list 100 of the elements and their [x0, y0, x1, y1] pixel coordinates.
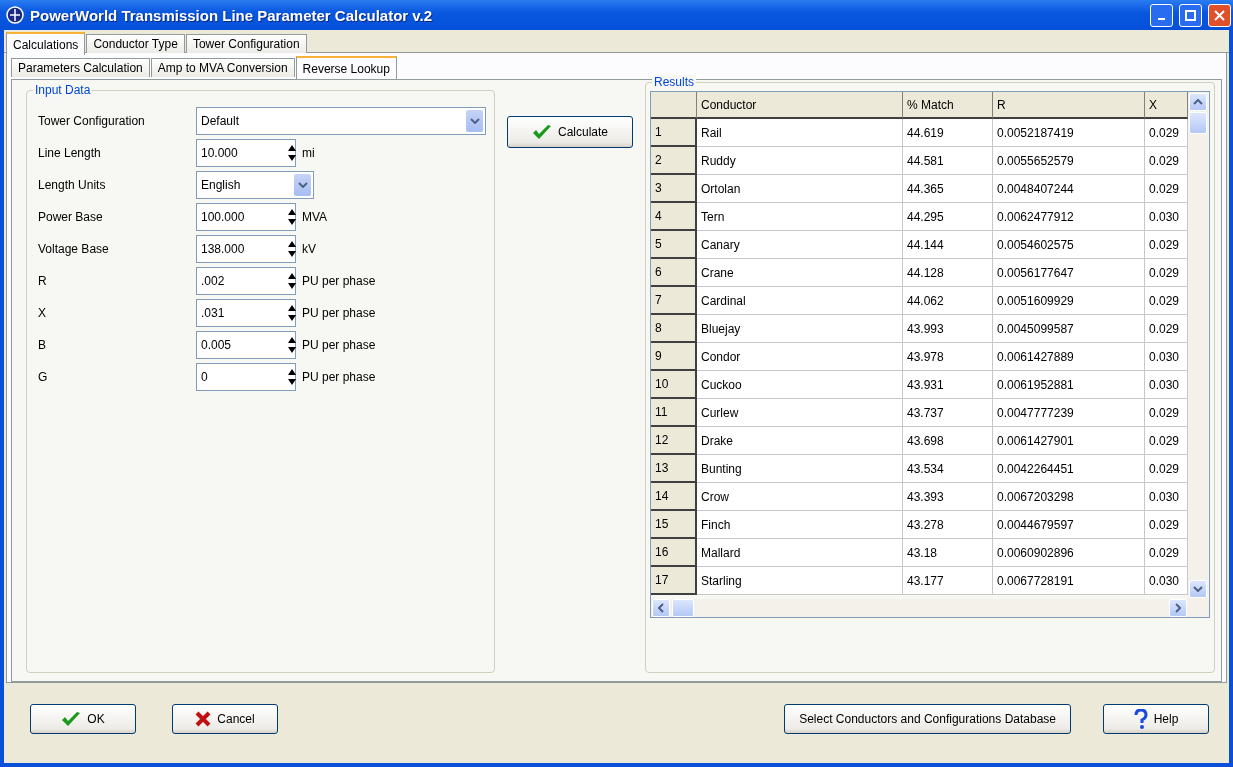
row-number: 14 — [651, 483, 697, 511]
unit-label: kV — [302, 242, 316, 256]
tab[interactable]: Conductor Type — [86, 34, 185, 53]
table-cell: Curlew — [697, 399, 903, 427]
minimize-icon — [1158, 18, 1165, 20]
column-header[interactable]: R — [993, 92, 1145, 119]
table-cell: Tern — [697, 203, 903, 231]
table-cell: 0.0054602575 — [993, 231, 1145, 259]
spin-field[interactable]: 10.000 — [196, 139, 296, 167]
tab[interactable]: Parameters Calculation — [11, 58, 150, 77]
row-number: 3 — [651, 175, 697, 203]
spin-field[interactable]: 0 — [196, 363, 296, 391]
table-cell: 43.278 — [903, 511, 993, 539]
row-number: 10 — [651, 371, 697, 399]
spin-field[interactable]: 100.000 — [196, 203, 296, 231]
table-cell: Canary — [697, 231, 903, 259]
unit-label: PU per phase — [302, 338, 376, 352]
tab[interactable]: Tower Configuration — [185, 34, 307, 53]
column-header[interactable]: % Match — [903, 92, 993, 119]
unit-label: PU per phase — [302, 274, 376, 288]
table-cell: 0.0048407244 — [993, 175, 1145, 203]
table-cell: Drake — [697, 427, 903, 455]
table-cell: Cardinal — [697, 287, 903, 315]
table-cell: Ruddy — [697, 147, 903, 175]
field-label: Length Units — [37, 178, 107, 192]
group-title: Results — [652, 75, 696, 89]
spin-field[interactable]: 0.005 — [196, 331, 296, 359]
unit-label: mi — [302, 146, 315, 160]
row-number: 5 — [651, 231, 697, 259]
scroll-thumb[interactable] — [1189, 112, 1207, 134]
maximize-button[interactable] — [1179, 3, 1202, 27]
chevron-down-icon — [469, 118, 480, 124]
table-cell: 0.0042264451 — [993, 455, 1145, 483]
table-cell: 43.993 — [903, 315, 993, 343]
close-button[interactable] — [1208, 3, 1231, 27]
window-title: PowerWorld Transmission Line Parameter Calculator v.2 — [30, 6, 434, 24]
table-cell: 0.0056177647 — [993, 259, 1145, 287]
database-button[interactable]: Select Conductors and Configurations Database — [784, 704, 1071, 734]
chevron-up-icon — [1193, 99, 1203, 105]
chevron-down-icon — [297, 182, 308, 188]
table-cell: 44.128 — [903, 259, 993, 287]
spin-field[interactable]: 138.000 — [196, 235, 296, 263]
spin-field[interactable]: .002 — [196, 267, 296, 295]
row-number: 7 — [651, 287, 697, 315]
unit-label: PU per phase — [302, 306, 376, 320]
field-label: Line Length — [37, 146, 102, 160]
horizontal-scrollbar[interactable] — [651, 599, 1209, 617]
field-label: X — [37, 306, 47, 320]
table-cell: 44.581 — [903, 147, 993, 175]
calculate-button[interactable]: Calculate — [507, 116, 633, 148]
checkmark-icon — [532, 124, 552, 140]
table-cell: 0.0045099587 — [993, 315, 1145, 343]
unit-label: MVA — [302, 210, 328, 224]
table-cell: 43.177 — [903, 567, 993, 595]
field-label: Tower Configuration — [37, 114, 146, 128]
table-cell: 44.619 — [903, 119, 993, 147]
cancel-button[interactable]: Cancel — [172, 704, 278, 734]
row-number: 12 — [651, 427, 697, 455]
field-label: G — [37, 370, 49, 384]
scroll-thumb[interactable] — [672, 599, 694, 617]
row-number: 9 — [651, 343, 697, 371]
table-cell: 0.0051609929 — [993, 287, 1145, 315]
table-cell: Ortolan — [697, 175, 903, 203]
app-icon — [6, 6, 24, 24]
ok-button[interactable]: OK — [30, 704, 136, 734]
table-cell: Bunting — [697, 455, 903, 483]
table-cell: 44.295 — [903, 203, 993, 231]
tab[interactable]: Calculations — [6, 32, 86, 55]
table-cell: 43.18 — [903, 539, 993, 567]
column-header[interactable] — [651, 92, 697, 119]
table-cell: 43.393 — [903, 483, 993, 511]
help-button[interactable]: Help — [1103, 704, 1209, 734]
row-number: 17 — [651, 567, 697, 595]
minimize-button[interactable] — [1150, 3, 1173, 27]
maximize-icon — [1185, 9, 1196, 21]
spin-field[interactable]: .031 — [196, 299, 296, 327]
table-cell: 0.0062477912 — [993, 203, 1145, 231]
table-cell: Crane — [697, 259, 903, 287]
field-label: B — [37, 338, 47, 352]
table-cell: 43.698 — [903, 427, 993, 455]
chevron-left-icon — [658, 603, 664, 613]
table-cell: 43.931 — [903, 371, 993, 399]
dropdown[interactable]: English — [196, 171, 314, 199]
column-header[interactable]: X — [1145, 92, 1188, 119]
tab[interactable]: Reverse Lookup — [295, 56, 397, 79]
tab[interactable]: Amp to MVA Conversion — [150, 58, 295, 77]
dropdown[interactable]: Default — [196, 107, 486, 135]
table-cell: Cuckoo — [697, 371, 903, 399]
table-cell: 43.534 — [903, 455, 993, 483]
table-cell: 0.0061427889 — [993, 343, 1145, 371]
table-cell: 0.0067203298 — [993, 483, 1145, 511]
column-header[interactable]: Conductor — [697, 92, 903, 119]
row-number: 1 — [651, 119, 697, 147]
field-label: Voltage Base — [37, 242, 110, 256]
table-cell: Bluejay — [697, 315, 903, 343]
vertical-scrollbar[interactable] — [1188, 92, 1208, 599]
row-number: 15 — [651, 511, 697, 539]
row-number: 16 — [651, 539, 697, 567]
field-label: Power Base — [37, 210, 104, 224]
table-cell: 44.365 — [903, 175, 993, 203]
